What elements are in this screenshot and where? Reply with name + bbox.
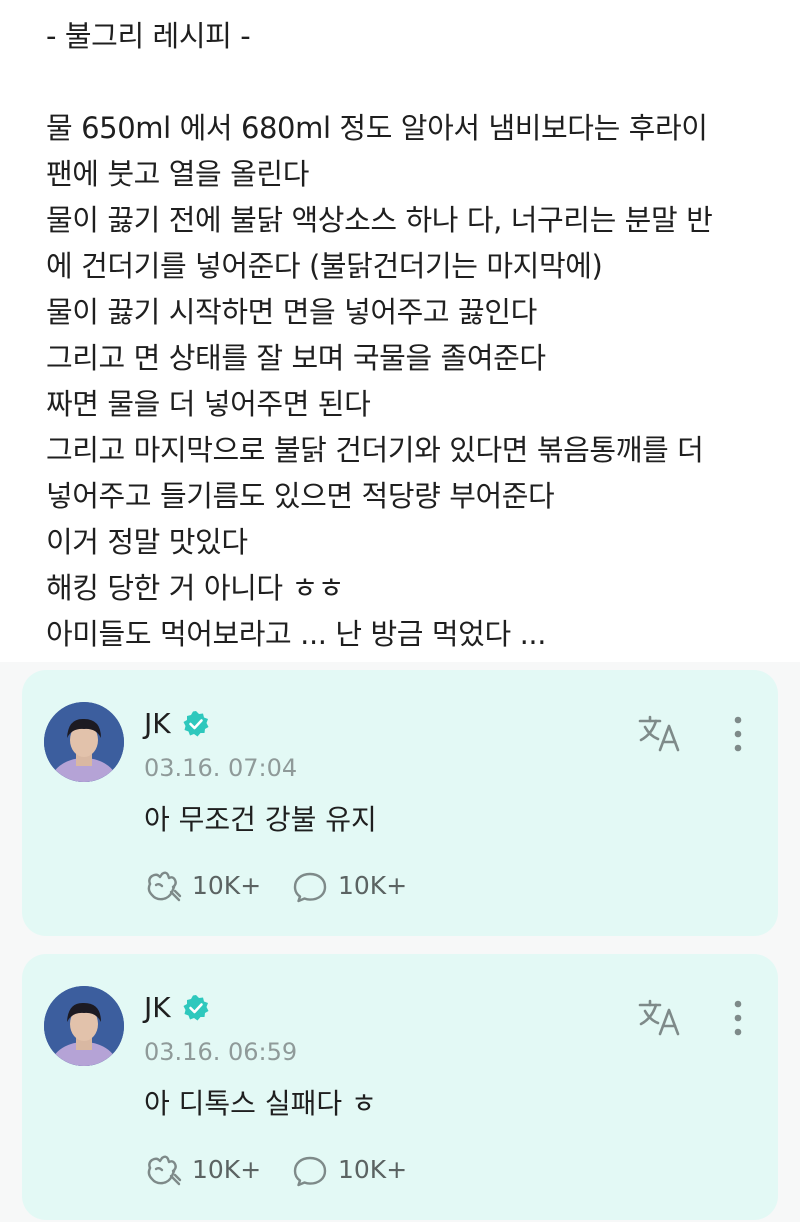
verified-badge-icon bbox=[183, 995, 209, 1021]
post-text-line: 물이 끓기 전에 불닭 액상소스 하나 다, 너구리는 분말 반 bbox=[46, 203, 713, 237]
translate-icon[interactable] bbox=[636, 998, 684, 1038]
comment-timestamp: 03.16. 06:59 bbox=[144, 1038, 298, 1066]
comments-section: JK 03.16. 07:04 아 무조건 강불 유지 10K+ 10K+ JK… bbox=[0, 662, 800, 1222]
verified-badge-icon bbox=[183, 711, 209, 737]
like-count: 10K+ bbox=[192, 1155, 262, 1184]
post-text-line: 해킹 당한 거 아니다 ㅎㅎ bbox=[46, 571, 345, 605]
author-name[interactable]: JK bbox=[144, 992, 171, 1024]
post-text-line: 이거 정말 맛있다 bbox=[46, 525, 248, 559]
comment-text: 아 디톡스 실패다 ㅎ bbox=[144, 1087, 377, 1120]
post-text-line: 물이 끓기 시작하면 면을 넣어주고 끓인다 bbox=[46, 295, 537, 329]
post-text-line: 물 650ml 에서 680ml 정도 알아서 냄비보다는 후라이 bbox=[46, 111, 708, 145]
reply-bubble-icon bbox=[293, 1156, 327, 1187]
comment-text: 아 무조건 강불 유지 bbox=[144, 803, 377, 836]
comment-card: JK 03.16. 06:59 아 디톡스 실패다 ㅎ 10K+ 10K+ bbox=[22, 954, 778, 1220]
post-text-line: 그리고 면 상태를 잘 보며 국물을 졸여준다 bbox=[46, 341, 546, 375]
like-button[interactable]: 10K+ bbox=[144, 868, 284, 906]
more-vertical-icon[interactable] bbox=[728, 998, 748, 1038]
post-text-line: 에 건더기를 넣어준다 (불닭건더기는 마지막에) bbox=[46, 249, 603, 283]
post-text-line: 짜면 물을 더 넣어주면 된다 bbox=[46, 387, 371, 421]
avatar[interactable] bbox=[44, 702, 124, 782]
post-text-line: 넣어주고 들기름도 있으면 적당량 부어준다 bbox=[46, 479, 555, 513]
like-button[interactable]: 10K+ bbox=[144, 1152, 284, 1190]
post-text-line: 그리고 마지막으로 불닭 건더기와 있다면 볶음통깨를 더 bbox=[46, 433, 704, 467]
post-title: - 불그리 레시피 - bbox=[46, 19, 251, 53]
comment-card: JK 03.16. 07:04 아 무조건 강불 유지 10K+ 10K+ bbox=[22, 670, 778, 936]
author-name[interactable]: JK bbox=[144, 708, 171, 740]
reply-count: 10K+ bbox=[338, 1155, 408, 1184]
like-count: 10K+ bbox=[192, 871, 262, 900]
more-vertical-icon[interactable] bbox=[728, 714, 748, 754]
post-text-line: 팬에 붓고 열을 올린다 bbox=[46, 157, 309, 191]
like-hand-icon bbox=[147, 871, 182, 902]
reply-count: 10K+ bbox=[338, 871, 408, 900]
reply-button[interactable]: 10K+ bbox=[290, 1152, 430, 1190]
reply-bubble-icon bbox=[293, 872, 327, 903]
translate-icon[interactable] bbox=[636, 714, 684, 754]
like-hand-icon bbox=[147, 1155, 182, 1186]
avatar[interactable] bbox=[44, 986, 124, 1066]
comment-timestamp: 03.16. 07:04 bbox=[144, 754, 298, 782]
post-body: - 불그리 레시피 - 물 650ml 에서 680ml 정도 알아서 냄비보다… bbox=[0, 0, 800, 662]
post-text-line: 아미들도 먹어보라고 ... 난 방금 먹었다 ... bbox=[46, 617, 547, 651]
reply-button[interactable]: 10K+ bbox=[290, 868, 430, 906]
